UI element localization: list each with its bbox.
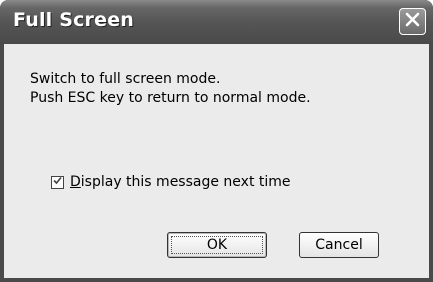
message-line-1: Switch to full screen mode. bbox=[30, 71, 221, 87]
label-rest: isplay this message next time bbox=[80, 174, 291, 190]
label-mnemonic: D bbox=[70, 174, 81, 190]
check-icon bbox=[52, 174, 63, 190]
window-title: Full Screen bbox=[13, 9, 135, 31]
message-line-2: Push ESC key to return to normal mode. bbox=[30, 90, 311, 106]
show-message-checkbox[interactable] bbox=[51, 174, 64, 190]
message-text: Switch to full screen mode. Push ESC key… bbox=[30, 70, 311, 108]
close-icon bbox=[404, 11, 421, 32]
ok-button[interactable]: OK bbox=[167, 232, 267, 258]
show-message-checkbox-row[interactable]: Display this message next time bbox=[51, 174, 291, 190]
dialog-window: Full Screen Switch to full screen mode. … bbox=[0, 0, 433, 282]
dialog-body: Switch to full screen mode. Push ESC key… bbox=[4, 44, 429, 278]
cancel-button-label: Cancel bbox=[315, 237, 363, 253]
cancel-button[interactable]: Cancel bbox=[299, 232, 379, 258]
close-button[interactable] bbox=[399, 8, 426, 35]
show-message-label: Display this message next time bbox=[70, 174, 291, 190]
focus-rect bbox=[171, 236, 263, 254]
title-bar[interactable]: Full Screen bbox=[0, 0, 433, 44]
